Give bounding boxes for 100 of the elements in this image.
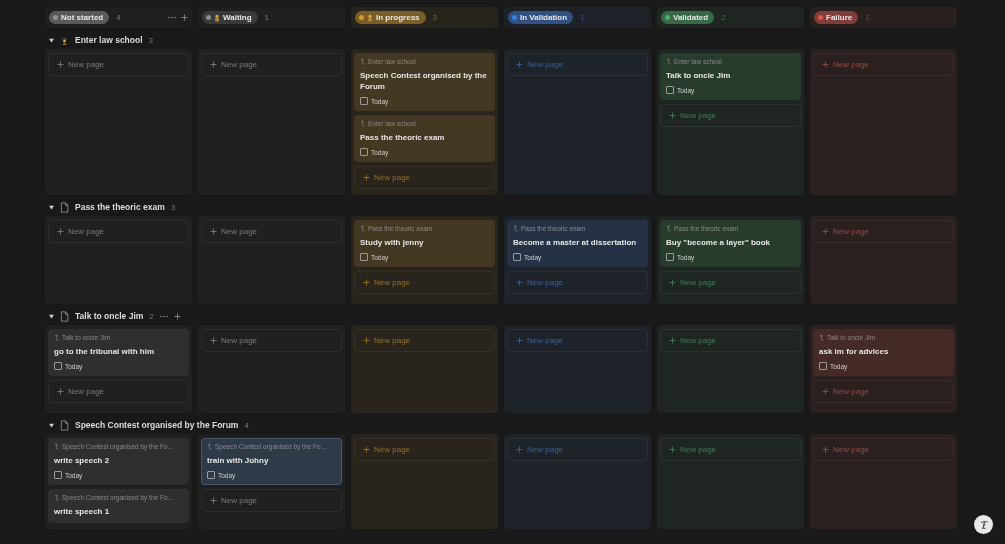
column-count: 1 (264, 13, 270, 22)
group-count: 3 (148, 35, 153, 45)
group-count: 2 (149, 311, 154, 321)
group-title[interactable]: Enter law school (75, 35, 143, 45)
plus-icon (669, 112, 676, 119)
plus-icon (822, 228, 829, 235)
parent-link-icon (513, 225, 518, 232)
checkbox[interactable] (666, 253, 674, 261)
plus-icon (669, 446, 676, 453)
new-page-button[interactable]: New page (201, 53, 342, 76)
checkbox[interactable] (819, 362, 827, 370)
parent-link-icon (819, 334, 824, 341)
new-page-button[interactable]: New page (507, 329, 648, 352)
new-page-button[interactable]: New page (813, 220, 954, 243)
parent-link-icon (54, 443, 59, 450)
add-icon[interactable] (173, 312, 181, 320)
plus-icon (822, 388, 829, 395)
checkbox[interactable] (54, 471, 62, 479)
group-title[interactable]: Talk to oncle Jim (75, 311, 144, 321)
plus-icon (363, 337, 370, 344)
collapse-toggle[interactable] (49, 37, 54, 43)
new-page-button[interactable]: New page (813, 438, 954, 461)
checkbox[interactable] (666, 86, 674, 94)
plus-icon (57, 61, 64, 68)
column-count: 4 (116, 13, 121, 22)
card-title: Pass the theoric exam (360, 132, 446, 143)
plus-icon (669, 337, 676, 344)
new-page-button[interactable]: New page (660, 104, 801, 127)
card-title: Buy "become a layer" book (666, 237, 772, 248)
checkbox[interactable] (360, 97, 368, 105)
plus-icon (210, 337, 217, 344)
card-title: Speech Contest organised by the Forum (360, 70, 488, 92)
parent-link-icon (360, 120, 365, 127)
collapse-toggle[interactable] (49, 204, 54, 210)
plus-icon (822, 446, 829, 453)
card-title: go to the tribunal with him (54, 346, 155, 357)
group-title[interactable]: Speech Contest organised by the Forum (75, 420, 239, 430)
checkbox[interactable] (513, 253, 521, 261)
collapse-toggle[interactable] (49, 422, 54, 428)
new-page-button[interactable]: New page (660, 329, 801, 352)
plus-icon (516, 337, 523, 344)
status-tag[interactable]: In Validation (508, 11, 574, 24)
column-count: 1 (580, 13, 585, 22)
parent-link-icon (360, 225, 365, 232)
plus-icon (210, 228, 217, 235)
new-page-button[interactable]: New page (201, 489, 342, 512)
plus-icon (516, 279, 523, 286)
new-page-button[interactable]: New page (507, 53, 648, 76)
new-page-button[interactable]: New page (813, 53, 954, 76)
card-title: write speech 2 (54, 455, 111, 466)
column-count: 2 (721, 13, 726, 22)
new-page-button[interactable]: New page (660, 438, 801, 461)
card-title: write speech 1 (54, 506, 111, 517)
parent-link-icon (207, 443, 212, 450)
plus-icon (516, 446, 523, 453)
new-page-button[interactable]: New page (201, 329, 342, 352)
status-tag[interactable]: In progress (355, 11, 426, 24)
parent-link-icon (666, 58, 671, 65)
parent-link-icon (360, 58, 365, 65)
new-page-button[interactable]: New page (507, 438, 648, 461)
status-tag[interactable]: Failure (814, 11, 859, 24)
new-page-button[interactable]: New page (201, 220, 342, 243)
status-tag[interactable]: Not started (49, 11, 110, 24)
new-page-button[interactable]: New page (354, 329, 495, 352)
new-page-button[interactable]: New page (48, 53, 189, 76)
status-tag[interactable]: Validated (661, 11, 715, 24)
help-button[interactable] (974, 515, 993, 534)
add-icon[interactable] (181, 14, 188, 21)
new-page-button[interactable]: New page (813, 380, 954, 403)
new-page-button[interactable]: New page (660, 271, 801, 294)
plus-icon (516, 61, 523, 68)
new-page-button[interactable]: New page (354, 271, 495, 294)
group-title[interactable]: Pass the theoric exam (75, 202, 165, 212)
more-icon[interactable] (159, 314, 168, 318)
plus-icon (210, 497, 217, 504)
new-page-button[interactable]: New page (48, 380, 189, 403)
status-tag[interactable]: Waiting (202, 11, 258, 24)
plus-icon (363, 446, 370, 453)
card-title: Become a master at dissertation (513, 237, 638, 248)
plus-icon (363, 279, 370, 286)
checkbox[interactable] (54, 362, 62, 370)
plus-icon (57, 388, 64, 395)
group-count: 3 (170, 202, 176, 212)
group-count: 4 (244, 420, 249, 430)
new-page-button[interactable]: New page (48, 220, 189, 243)
plus-icon (669, 279, 676, 286)
parent-link-icon (666, 225, 671, 232)
column-count: 3 (432, 13, 438, 22)
parent-link-icon (54, 494, 59, 501)
collapse-toggle[interactable] (49, 313, 54, 319)
checkbox[interactable] (360, 253, 368, 261)
more-icon[interactable] (168, 16, 176, 19)
plus-icon (57, 228, 64, 235)
new-page-button[interactable]: New page (354, 438, 495, 461)
checkbox[interactable] (360, 148, 368, 156)
new-page-button[interactable]: New page (507, 271, 648, 294)
new-page-button[interactable]: New page (354, 166, 495, 189)
checkbox[interactable] (207, 471, 215, 479)
card-title: ask im for advices (819, 346, 890, 357)
parent-link-icon (54, 334, 59, 341)
